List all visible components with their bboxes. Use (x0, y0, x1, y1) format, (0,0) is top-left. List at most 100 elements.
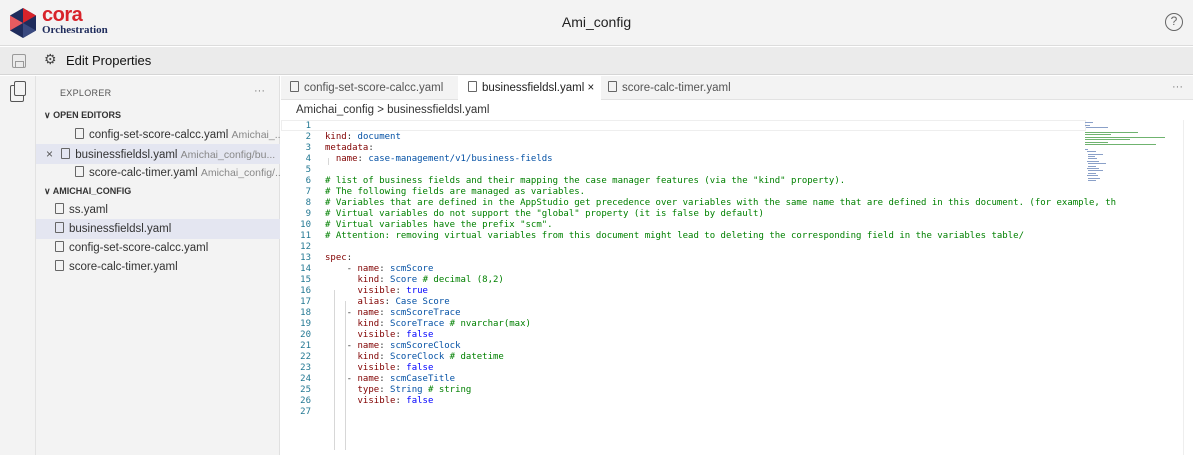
close-icon[interactable]: × (587, 82, 594, 94)
code-line[interactable]: - name: scmScoreClock (325, 341, 461, 351)
code-line[interactable]: name: case-management/v1/business-fields (325, 154, 553, 164)
minimap-line (1085, 132, 1138, 133)
line-number: 24 (300, 374, 311, 384)
file-tree-item[interactable]: ss.yaml (36, 200, 280, 220)
line-number: 23 (300, 363, 311, 373)
folder-label: AMICHAI_CONFIG (52, 186, 132, 196)
edit-properties-button[interactable]: Edit Properties (66, 53, 151, 68)
minimap-line (1088, 158, 1098, 160)
minimap-line (1085, 144, 1156, 145)
line-number: 7 (305, 187, 311, 197)
code-line[interactable]: type: String # string (325, 385, 472, 395)
tab-businessfieldsl[interactable]: businessfieldsl.yaml × (458, 76, 601, 100)
tab-label: score-calc-timer.yaml (622, 82, 731, 94)
code-line[interactable]: visible: false (325, 330, 434, 340)
line-number: 11 (300, 231, 311, 241)
minimap-line (1085, 122, 1093, 124)
breadcrumb: Amichai_config > businessfieldsl.yaml (296, 104, 489, 116)
file-tree-item[interactable]: businessfieldsl.yaml (36, 219, 280, 239)
minimap-line (1088, 165, 1096, 167)
line-number: 5 (305, 165, 311, 175)
minimap-line (1088, 156, 1096, 157)
code-line[interactable]: # The following fields are managed as va… (325, 187, 585, 197)
line-number: 16 (300, 286, 311, 296)
open-editor-item[interactable]: score-calc-timer.yaml Amichai_config/... (36, 163, 280, 183)
code-line[interactable]: kind: document (325, 132, 401, 142)
line-number: 6 (305, 176, 311, 186)
code-line[interactable]: visible: false (325, 396, 434, 406)
open-editor-item[interactable]: × businessfieldsl.yaml Amichai_config/bu… (36, 144, 280, 164)
tabs-more-button[interactable]: ··· (1172, 81, 1183, 93)
code-line[interactable]: # Virtual variables have the prefix "scm… (325, 220, 553, 230)
folder-header[interactable]: ∨ AMICHAI_CONFIG (44, 186, 131, 197)
code-line[interactable]: # list of business fields and their mapp… (325, 176, 845, 186)
line-number: 9 (305, 209, 311, 219)
chevron-down-icon: ∨ (44, 110, 51, 120)
open-editor-name: config-set-score-calcc.yaml (89, 129, 229, 141)
code-editor[interactable]: 1 2 kind: document 3 metadata: 4 name: case-m… (281, 120, 1193, 455)
code-line[interactable]: # Attention: removing virtual variables … (325, 231, 1024, 241)
open-editor-path: Amichai_config/... (200, 167, 280, 179)
file-tree-name: score-calc-timer.yaml (69, 261, 178, 273)
breadcrumb-file[interactable]: businessfieldsl.yaml (387, 104, 489, 116)
minimap-line (1088, 180, 1096, 181)
minimap-line (1088, 163, 1106, 165)
properties-icon[interactable]: ⚙ (44, 51, 57, 68)
open-editor-item[interactable]: config-set-score-calcc.yaml Amichai_... (36, 125, 280, 145)
file-tree-item[interactable]: config-set-score-calcc.yaml (36, 238, 280, 258)
tab-config-set-score-calcc[interactable]: config-set-score-calcc.yaml (281, 76, 458, 100)
file-icon (75, 166, 84, 177)
file-icon (290, 81, 299, 92)
breadcrumb-separator: > (377, 104, 384, 116)
file-icon (55, 222, 64, 233)
line-number: 2 (305, 132, 311, 142)
line-number: 21 (300, 341, 311, 351)
minimap[interactable] (1085, 120, 1183, 200)
code-line[interactable]: # Variables that are defined in the AppS… (325, 198, 1116, 208)
toolbar: ⚙ Edit Properties (0, 47, 1193, 75)
line-number: 25 (300, 385, 311, 395)
file-icon (55, 203, 64, 214)
file-tree-name: config-set-score-calcc.yaml (69, 242, 209, 254)
tab-label: businessfieldsl.yaml (482, 82, 585, 94)
code-line[interactable]: kind: ScoreClock # datetime (325, 352, 504, 362)
minimap-line (1086, 127, 1108, 129)
open-editor-name: businessfieldsl.yaml (75, 149, 178, 161)
line-number: 18 (300, 308, 311, 318)
line-number: 27 (300, 407, 311, 417)
help-circle-icon[interactable]: ? (1165, 13, 1183, 31)
line-number: 4 (305, 154, 311, 164)
tab-score-calc-timer[interactable]: score-calc-timer.yaml (601, 76, 751, 100)
minimap-line (1087, 160, 1099, 162)
code-line[interactable]: kind: ScoreTrace # nvarchar(max) (325, 319, 531, 329)
file-tree-name: ss.yaml (69, 204, 108, 216)
code-line[interactable]: visible: false (325, 363, 434, 373)
open-editors-header[interactable]: ∨ OPEN EDITORS (44, 110, 121, 121)
minimap-line (1088, 170, 1103, 172)
code-line[interactable]: visible: true (325, 286, 428, 296)
breadcrumb-folder[interactable]: Amichai_config (296, 104, 374, 116)
files-icon[interactable] (10, 81, 26, 102)
file-icon (75, 128, 84, 139)
code-line[interactable]: alias: Case Score (325, 297, 450, 307)
close-icon[interactable]: × (46, 147, 58, 161)
code-line[interactable]: # Virtual variables do not support the "… (325, 209, 764, 219)
chevron-down-icon: ∨ (44, 186, 51, 196)
file-icon (608, 81, 617, 92)
code-line[interactable]: - name: scmScore (325, 264, 434, 274)
vertical-scrollbar[interactable] (1183, 120, 1193, 455)
open-editor-path: Amichai_... (231, 129, 280, 141)
save-icon[interactable] (12, 54, 26, 68)
file-icon (61, 148, 71, 159)
code-line[interactable]: - name: scmScoreTrace (325, 308, 461, 318)
code-line[interactable]: - name: scmCaseTitle (325, 374, 455, 384)
code-line[interactable]: metadata: (325, 143, 374, 153)
line-number: 26 (300, 396, 311, 406)
code-line[interactable]: spec: (325, 253, 352, 263)
file-tree-item[interactable]: score-calc-timer.yaml (36, 257, 280, 277)
open-editor-name: score-calc-timer.yaml (89, 167, 198, 179)
minimap-line (1087, 168, 1099, 169)
code-line[interactable]: kind: Score # decimal (8,2) (325, 275, 504, 285)
line-number: 8 (305, 198, 311, 208)
explorer-more-button[interactable]: ··· (254, 85, 265, 97)
